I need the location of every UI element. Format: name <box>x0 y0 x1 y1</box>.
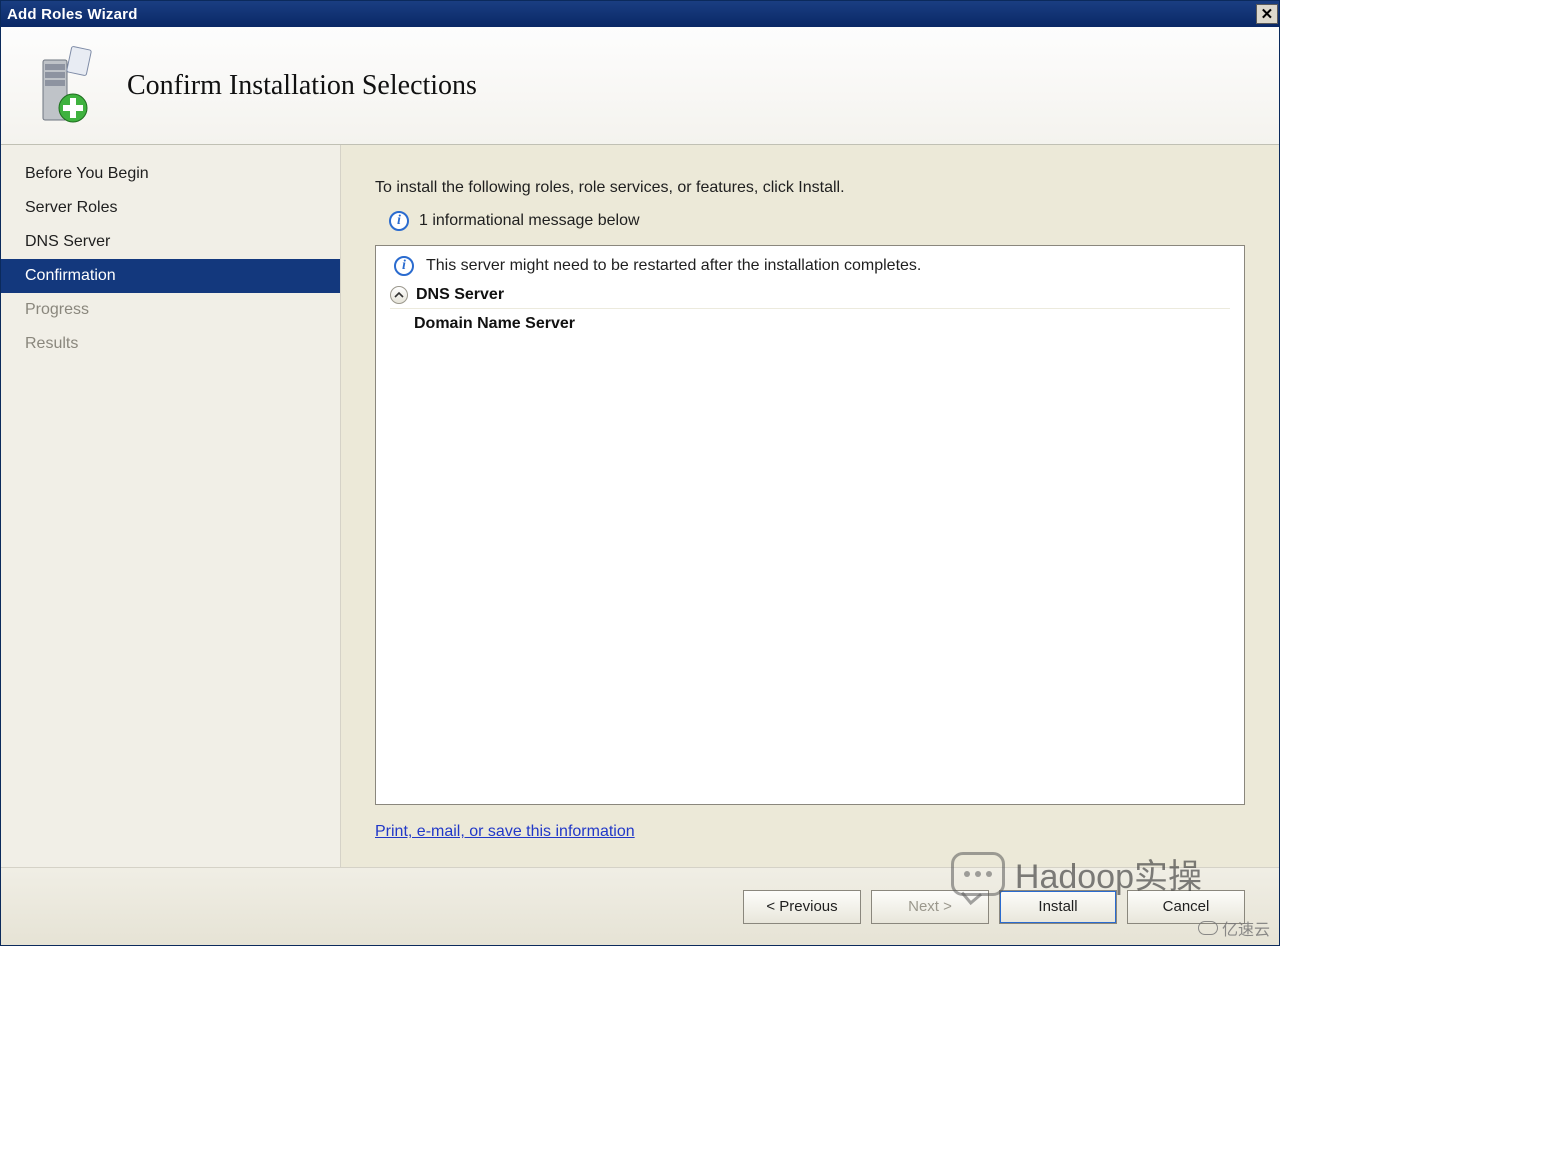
watermark-corner-text: 亿速云 <box>1222 916 1270 940</box>
page-title: Confirm Installation Selections <box>127 70 477 102</box>
titlebar: Add Roles Wizard ✕ <box>1 1 1279 27</box>
wizard-footer: < Previous Next > Install Cancel <box>1 867 1279 945</box>
nav-results: Results <box>1 327 340 361</box>
role-name: DNS Server <box>416 286 504 304</box>
nav-progress: Progress <box>1 293 340 327</box>
info-summary-text: 1 informational message below <box>419 212 640 230</box>
chevron-up-icon[interactable] <box>390 286 408 304</box>
next-button: Next > <box>871 890 989 924</box>
print-email-save-link[interactable]: Print, e-mail, or save this information <box>375 823 635 840</box>
info-icon: i <box>394 256 414 276</box>
install-button[interactable]: Install <box>999 890 1117 924</box>
role-group: DNS Server <box>390 282 1230 309</box>
previous-button[interactable]: < Previous <box>743 890 861 924</box>
nav-server-roles[interactable]: Server Roles <box>1 191 340 225</box>
wizard-body: Before You Begin Server Roles DNS Server… <box>1 145 1279 867</box>
wizard-sidebar: Before You Begin Server Roles DNS Server… <box>1 145 341 867</box>
restart-warning-text: This server might need to be restarted a… <box>426 257 921 275</box>
wizard-content: To install the following roles, role ser… <box>341 145 1279 867</box>
info-summary: i 1 informational message below <box>389 211 1245 231</box>
close-button[interactable]: ✕ <box>1256 4 1278 24</box>
wizard-header: Confirm Installation Selections <box>1 27 1279 145</box>
nav-confirmation[interactable]: Confirmation <box>1 259 340 293</box>
wizard-header-icon <box>23 42 95 130</box>
watermark-corner: 亿速云 <box>1198 916 1270 940</box>
cloud-icon <box>1198 921 1218 935</box>
restart-warning: i This server might need to be restarted… <box>390 256 1230 282</box>
wizard-window: Add Roles Wizard ✕ Confirm Installation … <box>0 0 1280 946</box>
role-item: Domain Name Server <box>390 309 1230 333</box>
info-icon: i <box>389 211 409 231</box>
window-title: Add Roles Wizard <box>7 6 138 23</box>
nav-before-you-begin[interactable]: Before You Begin <box>1 157 340 191</box>
selection-details: i This server might need to be restarted… <box>375 245 1245 805</box>
instruction-text: To install the following roles, role ser… <box>375 179 1245 197</box>
close-icon: ✕ <box>1261 5 1274 23</box>
export-link-row: Print, e-mail, or save this information <box>375 805 1245 867</box>
nav-dns-server[interactable]: DNS Server <box>1 225 340 259</box>
